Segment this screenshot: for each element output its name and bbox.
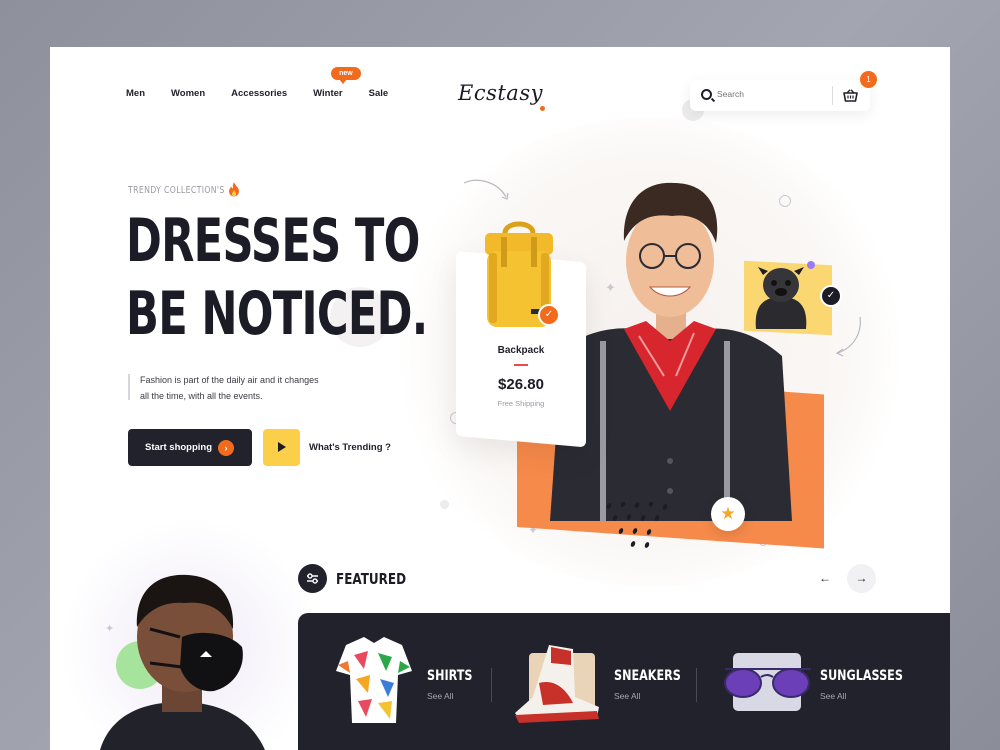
check-icon: ✓ [538, 304, 560, 326]
category-name: SNEAKERS [614, 668, 681, 684]
divider [696, 668, 697, 702]
quote-bar [128, 374, 130, 400]
see-all-link[interactable]: See All [427, 691, 453, 701]
search-icon[interactable] [701, 89, 712, 100]
nav-item-label: Winter [313, 88, 343, 99]
decor-dashes [603, 501, 679, 555]
whats-trending-link[interactable]: What's Trending ? [309, 442, 391, 453]
new-badge: new [331, 67, 361, 84]
cart-count-badge: 1 [860, 71, 877, 88]
arrow-left-icon[interactable]: ← [814, 567, 836, 589]
category-sunglasses[interactable]: SUNGLASSES See All [723, 613, 923, 750]
category-name: SUNGLASSES [820, 668, 903, 684]
model-photo-masked [100, 574, 265, 750]
check-icon: ✓ [820, 285, 842, 307]
start-shopping-button[interactable]: Start shopping › [128, 429, 252, 466]
main-nav: Men Women Accessories Winter new Sale [126, 67, 414, 99]
sunglasses-image [724, 668, 811, 698]
description-line-1: Fashion is part of the daily air and it … [140, 375, 319, 385]
nav-item-sale[interactable]: Sale [369, 88, 389, 99]
divider [491, 668, 492, 702]
product-name: Backpack [497, 345, 545, 356]
search-bar [690, 80, 870, 111]
nav-item-accessories[interactable]: Accessories [231, 88, 287, 99]
shirt-image [336, 637, 412, 723]
brand-logo[interactable]: Ecstasy [458, 81, 543, 105]
star-icon[interactable]: ★ [711, 497, 745, 531]
product-price: $26.80 [498, 376, 544, 393]
search-input[interactable] [717, 89, 817, 99]
fire-icon [229, 182, 239, 197]
nav-item-women[interactable]: Women [171, 88, 205, 99]
decor-dot [440, 500, 449, 509]
headline-line-1: DRESSES TO [126, 206, 420, 276]
filter-icon[interactable] [298, 564, 327, 593]
arrow-right-icon: › [218, 440, 234, 456]
category-name: SHIRTS [427, 668, 473, 684]
hero-description: Fashion is part of the daily air and it … [140, 372, 360, 404]
headline-line-2: BE NOTICED. [126, 279, 428, 349]
product-shipping: Free Shipping [497, 399, 545, 408]
divider [832, 86, 833, 105]
see-all-link[interactable]: See All [614, 691, 640, 701]
play-icon[interactable] [263, 429, 300, 466]
pug-image [755, 267, 807, 329]
category-shirts[interactable]: SHIRTS See All [328, 613, 498, 750]
sneaker-image [515, 645, 599, 723]
description-line-2: all the time, with all the events. [140, 391, 263, 401]
curved-arrow-icon [835, 316, 861, 357]
curved-arrow-icon [463, 179, 509, 200]
featured-categories-panel: SHIRTS See All SNEAKERS See All SUNGLASS… [298, 613, 950, 750]
arrow-right-icon[interactable]: → [847, 564, 876, 593]
featured-title: FEATURED [336, 570, 407, 588]
logo-dot [540, 106, 545, 111]
landing-page: Men Women Accessories Winter new Sale Ecs… [50, 47, 950, 750]
hero-eyebrow: TRENDY COLLECTION'S [128, 185, 225, 196]
category-sneakers[interactable]: SNEAKERS See All [513, 613, 693, 750]
nav-item-men[interactable]: Men [126, 88, 145, 99]
basket-icon[interactable] [843, 89, 858, 102]
decor-dot [807, 261, 815, 269]
start-shopping-label: Start shopping [145, 442, 213, 453]
nav-item-winter[interactable]: Winter new [313, 67, 361, 99]
see-all-link[interactable]: See All [820, 691, 846, 701]
product-underline [514, 364, 528, 366]
